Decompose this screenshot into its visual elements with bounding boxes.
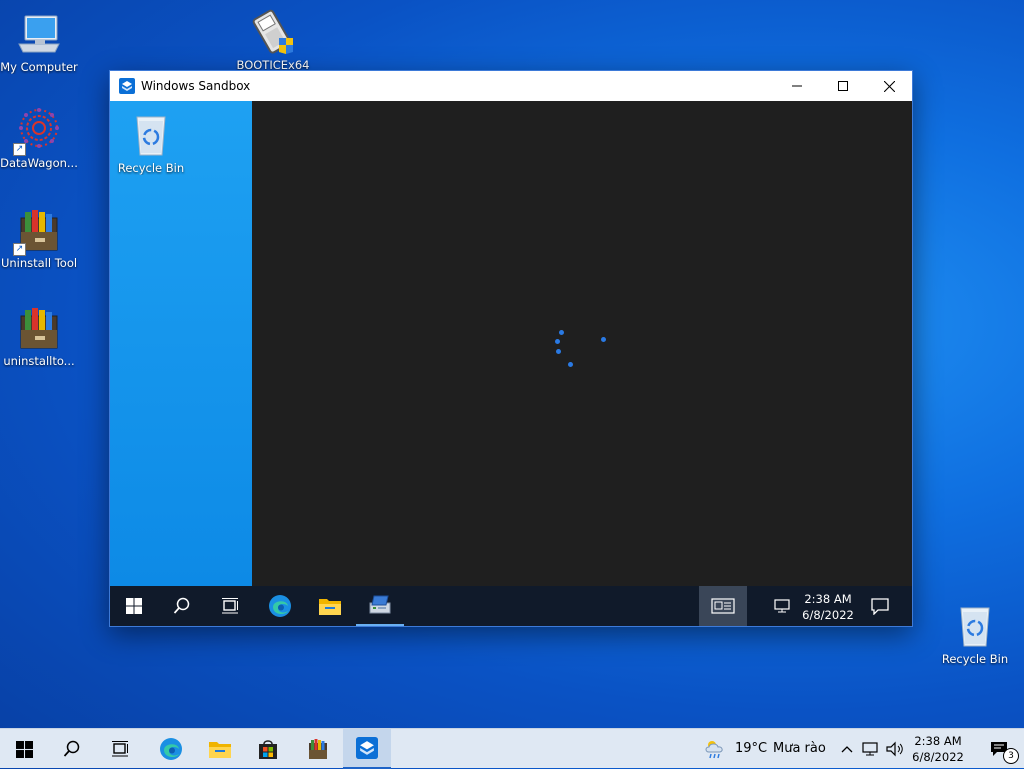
sandbox-window[interactable]: Windows Sandbox Recycle Bin 2:38 AM 6/8/… — [109, 70, 913, 627]
search-icon — [63, 740, 80, 757]
sandbox-loading-screen — [252, 101, 912, 586]
desktop-icon-uninstall-tool[interactable]: ↗ Uninstall Tool — [0, 206, 78, 270]
window-title: Windows Sandbox — [141, 79, 251, 93]
windows-sandbox-taskbar-button[interactable] — [343, 729, 391, 769]
news-icon — [711, 598, 735, 614]
sandbox-news-widget-button[interactable] — [699, 586, 747, 626]
desktop-icon-datawagon[interactable]: ↗ DataWagon... — [0, 106, 78, 170]
sandbox-titlebar[interactable]: Windows Sandbox — [110, 71, 912, 101]
desktop-icon-label: My Computer — [0, 60, 78, 74]
sandbox-active-app-button[interactable] — [356, 586, 404, 626]
notification-count-badge: 3 — [1003, 748, 1019, 764]
sandbox-file-explorer-button[interactable] — [306, 586, 354, 626]
search-icon — [173, 597, 190, 614]
uninstall-tool-taskbar-button[interactable] — [294, 729, 342, 769]
uninstall-tool-icon: ↗ — [13, 206, 63, 256]
clock-date: 6/8/2022 — [912, 750, 964, 764]
close-icon — [883, 80, 895, 92]
maximize-icon — [838, 81, 848, 91]
file-explorer-button[interactable] — [196, 729, 244, 769]
rain-cloud-icon — [705, 741, 723, 759]
uninstall-tool-icon — [15, 304, 63, 352]
start-button[interactable] — [0, 729, 48, 769]
maximize-button[interactable] — [820, 71, 866, 101]
computer-icon — [15, 10, 63, 58]
show-hidden-icons-button[interactable] — [836, 729, 858, 769]
sandbox-action-center-button[interactable] — [856, 586, 904, 626]
search-button[interactable] — [48, 729, 96, 769]
windows-sandbox-icon — [119, 78, 135, 94]
clock-time: 2:38 AM — [914, 734, 962, 748]
windows-start-icon — [126, 598, 142, 614]
datawagon-icon: ↗ — [13, 106, 63, 156]
sandbox-task-view-button[interactable] — [206, 586, 254, 626]
shortcut-arrow-icon: ↗ — [13, 243, 26, 256]
network-icon — [774, 599, 790, 613]
network-button[interactable] — [860, 729, 882, 769]
desktop-icon-label: DataWagon... — [0, 156, 78, 170]
task-view-button[interactable] — [96, 729, 144, 769]
action-center-button[interactable]: 3 — [975, 729, 1023, 769]
desktop-icon-recycle-bin[interactable]: Recycle Bin — [936, 602, 1014, 666]
speaker-icon — [886, 741, 903, 757]
bootice-icon — [249, 8, 297, 56]
edge-icon — [269, 595, 291, 617]
edge-button[interactable] — [147, 729, 195, 769]
file-explorer-icon — [319, 599, 341, 615]
notification-icon — [871, 598, 889, 615]
server-manager-icon — [369, 595, 391, 614]
windows-start-icon — [15, 740, 33, 758]
weather-widget[interactable] — [700, 729, 730, 769]
taskbar-clock[interactable]: 2:38 AM 6/8/2022 — [903, 733, 973, 765]
task-view-icon — [222, 598, 238, 614]
sandbox-edge-button[interactable] — [256, 586, 304, 626]
desktop-icon-my-computer[interactable]: My Computer — [0, 10, 78, 74]
desktop-icon-uninstalltool-installer[interactable]: uninstallto... — [0, 304, 78, 368]
minimize-icon — [792, 85, 802, 87]
desktop-icon-booticex64[interactable]: BOOTICEx64 — [234, 8, 312, 72]
desktop-icon-label: Recycle Bin — [941, 652, 1009, 666]
windows-sandbox-icon — [356, 737, 378, 759]
minimize-button[interactable] — [774, 71, 820, 101]
close-button[interactable] — [866, 71, 912, 101]
sandbox-clock-time: 2:38 AM — [804, 592, 852, 606]
weather-temperature: 19°C — [735, 741, 768, 756]
chevron-up-icon — [841, 746, 853, 753]
sandbox-search-button[interactable] — [158, 586, 206, 626]
recycle-bin-icon — [127, 111, 175, 159]
desktop-icon-label: uninstallto... — [3, 354, 75, 368]
store-button[interactable] — [244, 729, 292, 769]
task-view-icon — [112, 741, 128, 757]
desktop-icon-label: Recycle Bin — [117, 161, 185, 175]
uninstall-tool-icon — [309, 739, 327, 759]
sandbox-clock[interactable]: 2:38 AM 6/8/2022 — [792, 591, 864, 623]
store-icon — [259, 740, 277, 759]
taskbar: 19°C Mưa rào 2:38 AM 6/8/2022 3 — [0, 728, 1024, 769]
weather-condition: Mưa rào — [773, 741, 826, 756]
edge-icon — [160, 738, 182, 760]
sandbox-recycle-bin[interactable]: Recycle Bin — [112, 111, 190, 175]
network-icon — [862, 742, 878, 756]
sandbox-start-button[interactable] — [110, 586, 158, 626]
recycle-bin-icon — [951, 602, 999, 650]
sandbox-taskbar: 2:38 AM 6/8/2022 — [110, 586, 912, 626]
sandbox-desktop[interactable]: Recycle Bin — [110, 101, 252, 586]
file-explorer-icon — [209, 742, 231, 758]
desktop-icon-label: Uninstall Tool — [0, 256, 78, 270]
sandbox-clock-date: 6/8/2022 — [802, 608, 854, 622]
shortcut-arrow-icon: ↗ — [13, 143, 26, 156]
